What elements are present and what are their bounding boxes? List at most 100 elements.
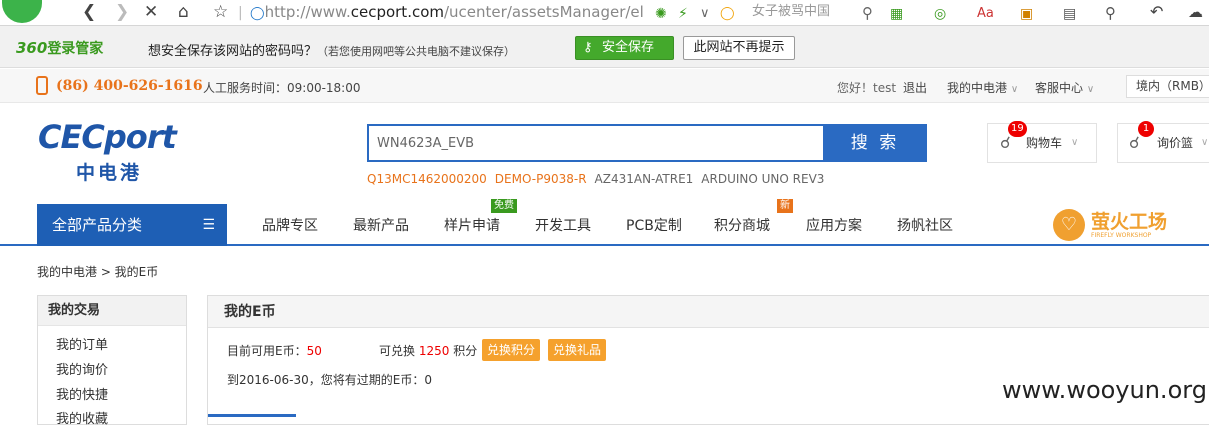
- breadcrumb[interactable]: 我的中电港 > 我的E币: [37, 263, 158, 280]
- product-search-input[interactable]: [369, 126, 823, 160]
- dropdown-icon[interactable]: ∨: [700, 4, 710, 24]
- chevron-down-icon: ∨: [1201, 137, 1209, 148]
- sidebar-item-quick[interactable]: 我的快捷: [56, 384, 108, 403]
- all-categories-button[interactable]: 全部产品分类 ☰: [37, 204, 227, 246]
- hot-word[interactable]: DEMO-P9038-R: [495, 172, 587, 186]
- brand-360-text: 登录管家: [47, 41, 104, 57]
- brand-360: 360登录管家: [16, 38, 103, 58]
- active-tab-indicator[interactable]: [208, 414, 296, 417]
- back-icon[interactable]: ❮: [82, 2, 96, 22]
- sidebar-item-favorites[interactable]: 我的收藏: [56, 408, 108, 427]
- password-message: 想安全保存该网站的密码吗？（若您使用网吧等公共电脑不建议保存）: [148, 40, 515, 59]
- exchangeable-points: 可兑换 1250 积分: [379, 342, 477, 359]
- inquiry-basket-button[interactable]: ☌ 1 询价篮 ∨: [1117, 121, 1209, 163]
- phone-icon: [36, 76, 48, 95]
- browser-logo-icon: [2, 0, 42, 23]
- browser-search-input[interactable]: 女子被骂中国: [752, 1, 862, 23]
- top-info-bar: (86) 400-626-1616 人工服务时间：09:00-18:00 您好！…: [0, 69, 1209, 103]
- tool-icon[interactable]: ▣: [1020, 4, 1033, 24]
- service-center-label: 客服中心: [1035, 81, 1084, 95]
- safe-save-label: 安全保存: [602, 40, 655, 55]
- shield-icon[interactable]: ◎: [934, 4, 946, 24]
- nav-sample-request[interactable]: 样片申请: [444, 215, 500, 235]
- nav-brand-zone[interactable]: 品牌专区: [262, 215, 318, 235]
- firefly-workshop-logo[interactable]: ♡ 萤火工场 FIREFLY WORKSHOP: [1053, 207, 1173, 243]
- forward-icon[interactable]: ❯: [115, 2, 129, 22]
- cart-count-badge: 19: [1008, 121, 1027, 137]
- new-tag: 新: [777, 199, 793, 213]
- chevron-down-icon: ∨: [1086, 84, 1095, 95]
- find-icon[interactable]: ⚲: [1105, 3, 1116, 23]
- home-icon[interactable]: ⌂: [178, 2, 189, 22]
- exchange-value: 1250: [418, 344, 450, 358]
- search-engine-icon: ◯: [720, 6, 735, 21]
- watermark: www.wooyun.org: [1002, 376, 1207, 404]
- nav-points-mall[interactable]: 积分商城: [714, 215, 770, 235]
- address-bar[interactable]: ◯http://www.cecport.com/ucenter/assetsMa…: [250, 1, 720, 23]
- service-hours: 人工服务时间：09:00-18:00: [203, 81, 361, 95]
- hot-word[interactable]: AZ431AN-ATRE1: [595, 172, 694, 186]
- logo-english[interactable]: CECport: [38, 118, 177, 156]
- image-icon[interactable]: ▤: [1063, 4, 1076, 24]
- translate-icon[interactable]: Aa: [977, 4, 994, 24]
- stop-icon[interactable]: ✕: [144, 2, 158, 22]
- search-button[interactable]: 搜 索: [823, 124, 927, 162]
- expiry-notice: 到2016-06-30，您将有过期的E币：0: [227, 373, 432, 387]
- hot-word[interactable]: Q13MC1462000200: [367, 172, 487, 186]
- apps-icon[interactable]: ▦: [890, 4, 903, 24]
- key-icon: ⚷: [583, 40, 593, 55]
- exchange-gift-button[interactable]: 兑换礼品: [548, 339, 607, 361]
- sidebar-item-orders[interactable]: 我的订单: [56, 334, 108, 353]
- main-nav: 全部产品分类 ☰ 品牌专区 最新产品 样片申请 免费 开发工具 PCB定制 积分…: [0, 199, 1209, 246]
- firefly-icon: ♡: [1053, 209, 1085, 241]
- all-categories-label: 全部产品分类: [52, 216, 143, 234]
- account-sidebar: 我的交易 我的订单 我的询价 我的快捷 我的收藏: [37, 295, 187, 427]
- exchange-points-button[interactable]: 兑换积分: [482, 339, 541, 361]
- product-search-box: [367, 124, 825, 162]
- service-center-menu[interactable]: 客服中心 ∨: [1035, 79, 1094, 96]
- nav-new-products[interactable]: 最新产品: [353, 215, 409, 235]
- undo-icon[interactable]: ↶: [1150, 2, 1163, 22]
- nav-community[interactable]: 扬帆社区: [897, 215, 953, 235]
- hotline-number: (86) 400-626-1616: [56, 78, 203, 94]
- sidebar-item-inquiries[interactable]: 我的询价: [56, 359, 108, 378]
- url-path: /ucenter/assetsManager/el: [444, 3, 644, 21]
- chevron-down-icon: ∨: [1010, 84, 1019, 95]
- nav-solutions[interactable]: 应用方案: [806, 215, 862, 235]
- ecoin-panel: 我的E币 目前可用E币：50 可兑换 1250 积分 兑换积分 兑换礼品 到20…: [207, 295, 1209, 425]
- safe-save-button[interactable]: ⚷ 安全保存: [575, 36, 674, 60]
- my-cecport-menu[interactable]: 我的中电港 ∨: [947, 79, 1018, 96]
- nav-pcb-custom[interactable]: PCB定制: [626, 215, 682, 235]
- logout-link[interactable]: 退出: [903, 79, 927, 96]
- available-value: 50: [306, 344, 322, 358]
- hot-word[interactable]: ARDUINO UNO REV3: [701, 172, 824, 186]
- my-cecport-label: 我的中电港: [947, 81, 1008, 95]
- password-save-bar: 360登录管家 想安全保存该网站的密码吗？（若您使用网吧等公共电脑不建议保存） …: [0, 26, 1209, 68]
- chevron-down-icon: ∨: [1071, 137, 1079, 148]
- region-select[interactable]: 境内（RMB）: [1126, 75, 1209, 98]
- cart-label: 购物车: [1026, 136, 1063, 150]
- sidebar-title: 我的交易: [38, 296, 186, 326]
- flash-icon[interactable]: ⚡: [678, 4, 688, 24]
- free-tag: 免费: [491, 199, 517, 213]
- url-domain: cecport.com: [350, 3, 444, 21]
- available-label: 目前可用E币：: [227, 344, 307, 358]
- password-question: 想安全保存该网站的密码吗？: [148, 44, 318, 59]
- logo-chinese[interactable]: 中电港: [76, 158, 142, 185]
- firefly-en: FIREFLY WORKSHOP: [1091, 232, 1152, 239]
- cart-button[interactable]: ☌ 19 购物车 ∨: [987, 121, 1097, 163]
- inquiry-count-badge: 1: [1138, 121, 1154, 137]
- url-prefix: http://www.: [264, 3, 351, 21]
- never-prompt-button[interactable]: 此网站不再提示: [683, 36, 795, 60]
- speed-icon[interactable]: ✺: [655, 4, 667, 24]
- exchange-label: 可兑换: [379, 344, 416, 358]
- cloud-icon[interactable]: ☁: [1188, 2, 1203, 22]
- available-ecoin: 目前可用E币：50: [227, 342, 322, 359]
- hot-search-words: Q13MC1462000200 DEMO-P9038-R AZ431AN-ATRE1…: [367, 172, 832, 186]
- inquiry-label: 询价篮: [1157, 136, 1194, 150]
- star-icon[interactable]: ☆: [213, 2, 228, 22]
- search-icon[interactable]: ⚲: [862, 3, 873, 23]
- browser-toolbar: ❮ ❯ ✕ ⌂ ☆ | ◯http://www.cecport.com/ucen…: [0, 0, 1209, 26]
- greeting-text: 您好！test: [837, 81, 897, 95]
- nav-dev-tools[interactable]: 开发工具: [535, 215, 591, 235]
